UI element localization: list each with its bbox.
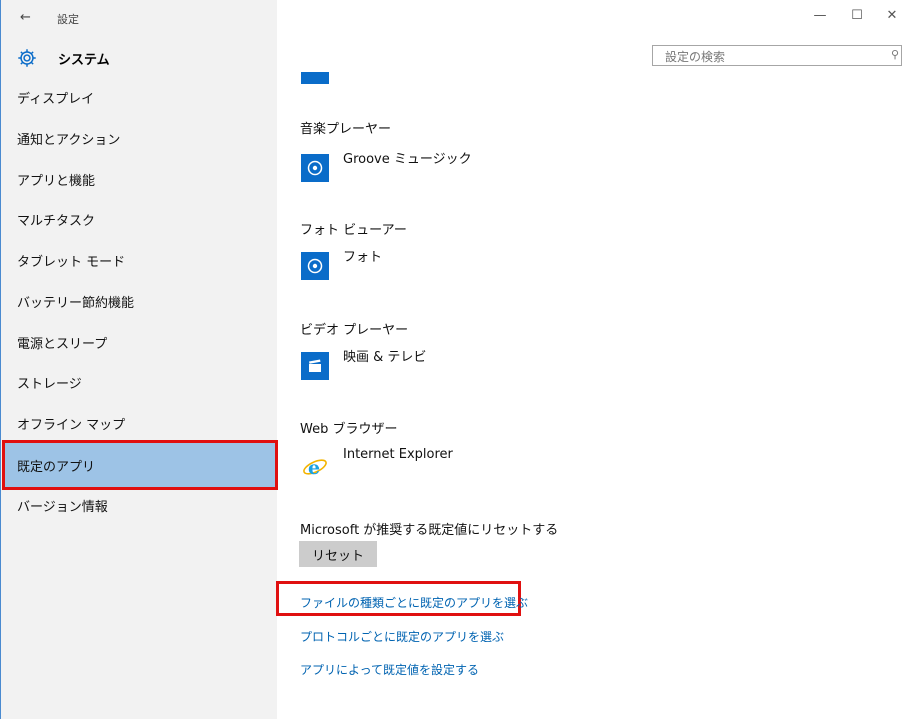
photo-viewer-app-name: フォト: [343, 250, 383, 265]
photos-icon: [301, 252, 329, 280]
video-player-app[interactable]: 映画 & テレビ: [301, 346, 426, 380]
reset-description: Microsoft が推奨する既定値にリセットする: [300, 523, 559, 538]
svg-text:e: e: [308, 457, 320, 479]
nav-item-notifications[interactable]: 通知とアクション: [4, 118, 276, 158]
window-border: [0, 0, 1, 719]
section-title: システム: [58, 52, 110, 68]
close-button[interactable]: ✕: [882, 8, 902, 23]
back-arrow-icon[interactable]: ←: [20, 10, 31, 25]
minimize-button[interactable]: —: [810, 8, 830, 23]
set-defaults-by-app-link[interactable]: アプリによって既定値を設定する: [300, 661, 479, 678]
nav-item-battery-saver[interactable]: バッテリー節約機能: [4, 281, 276, 321]
title-bar: ← 設定 — ☐ ✕: [0, 0, 902, 38]
video-player-app-name: 映画 & テレビ: [343, 350, 427, 365]
web-browser-app[interactable]: e Internet Explorer: [301, 447, 453, 481]
nav-item-default-apps[interactable]: 既定のアプリ: [2, 440, 278, 490]
web-browser-heading: Web ブラウザー: [300, 422, 398, 437]
photo-viewer-heading: フォト ビューアー: [300, 223, 407, 238]
music-player-heading: 音楽プレーヤー: [300, 122, 392, 137]
nav-item-storage[interactable]: ストレージ: [4, 362, 276, 402]
window-title: 設定: [57, 13, 79, 26]
movies-tv-icon: [301, 352, 329, 380]
choose-by-protocol-link[interactable]: プロトコルごとに既定のアプリを選ぶ: [300, 628, 504, 645]
nav-item-tablet-mode[interactable]: タブレット モード: [4, 240, 276, 280]
gear-icon: [18, 49, 36, 67]
section-header: システム: [16, 44, 110, 72]
app-tile-partial: [301, 72, 329, 84]
music-player-app[interactable]: Groove ミュージック: [301, 148, 472, 182]
choose-by-file-type-link[interactable]: ファイルの種類ごとに既定のアプリを選ぶ: [300, 594, 528, 611]
photo-viewer-app[interactable]: フォト: [301, 246, 382, 280]
maximize-button[interactable]: ☐: [847, 8, 867, 23]
music-player-app-name: Groove ミュージック: [343, 152, 472, 167]
nav-item-display[interactable]: ディスプレイ: [4, 77, 276, 117]
video-player-heading: ビデオ プレーヤー: [300, 323, 409, 338]
reset-button[interactable]: リセット: [299, 541, 377, 567]
nav-item-apps-features[interactable]: アプリと機能: [4, 159, 276, 199]
search-placeholder: 設定の検索: [665, 50, 726, 64]
search-icon[interactable]: ⚲: [891, 48, 899, 61]
nav-item-multitasking[interactable]: マルチタスク: [4, 199, 276, 239]
internet-explorer-icon: e: [301, 453, 329, 481]
search-input[interactable]: 設定の検索 ⚲: [652, 45, 902, 66]
nav-item-power-sleep[interactable]: 電源とスリープ: [4, 322, 276, 362]
groove-music-icon: [301, 154, 329, 182]
nav-item-offline-maps[interactable]: オフライン マップ: [4, 403, 276, 443]
nav-item-about[interactable]: バージョン情報: [4, 485, 276, 525]
web-browser-app-name: Internet Explorer: [343, 447, 453, 462]
